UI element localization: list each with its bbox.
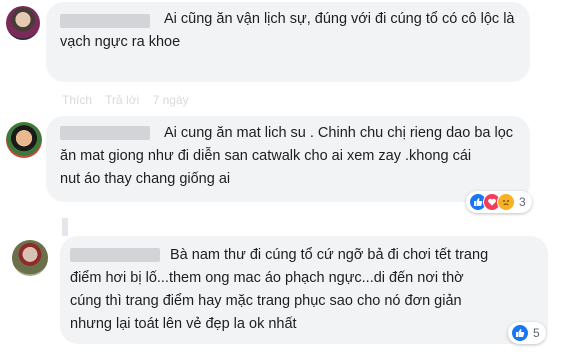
commenter-avatar[interactable] (6, 6, 40, 40)
comment-actions: Thích Trả lời 7 ngày (62, 92, 222, 108)
commenter-avatar[interactable] (12, 240, 48, 276)
comment-text: Ai cung ăn mat lich su . Chinh chu chị r… (60, 125, 514, 187)
reaction-count: 5 (533, 326, 540, 340)
comment-text: Ai cũng ăn vận lịch sự, đúng với đi cúng… (60, 11, 515, 50)
timestamp: 7 ngày (152, 93, 189, 107)
reply-link[interactable]: Trả lời (105, 93, 139, 107)
reaction-count: 3 (519, 195, 526, 209)
commenter-avatar[interactable] (6, 122, 42, 158)
reaction-summary[interactable]: 3 (466, 191, 532, 213)
comment-text: Bà nam thư đi cúng tổ cứ ngỡ bả đi chơi … (70, 247, 489, 332)
like-link[interactable]: Thích (62, 93, 92, 107)
like-icon (511, 324, 529, 342)
reaction-summary[interactable]: 5 (508, 322, 546, 344)
thread-divider (62, 218, 68, 236)
sad-icon (497, 193, 515, 211)
